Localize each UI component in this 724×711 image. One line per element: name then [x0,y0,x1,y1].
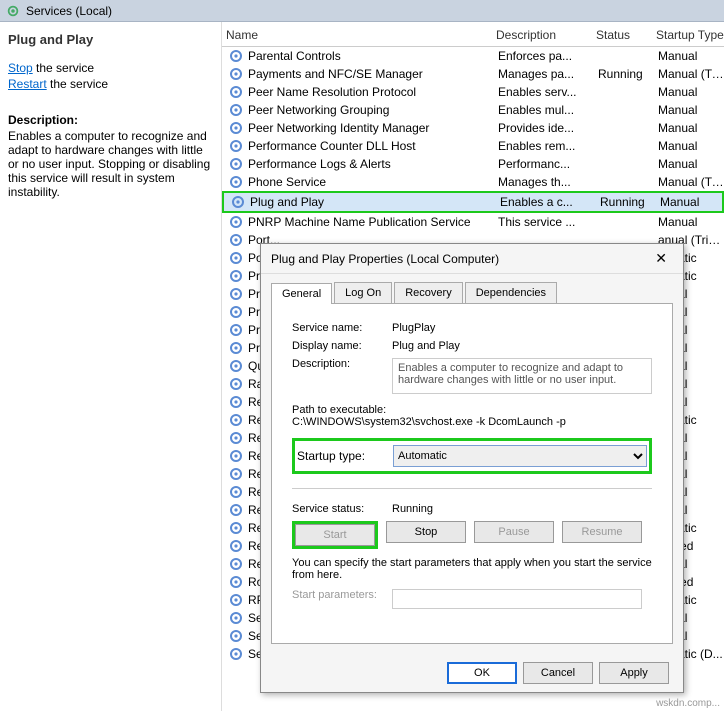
titlebar: Services (Local) [0,0,724,22]
service-desc: Manages pa... [498,67,598,81]
service-row[interactable]: Parental ControlsEnforces pa... Manual [222,47,724,65]
service-type: Manual [658,85,724,99]
service-type: Manual [660,195,722,209]
service-row[interactable]: Performance Logs & AlertsPerformanc... Ma… [222,155,724,173]
description-label: Description: [292,358,392,394]
service-type: Manual (Trig... [658,175,724,189]
service-name-label: Service name: [292,322,392,334]
stop-service-link[interactable]: Stop [8,61,33,75]
dialog-title: Plug and Play Properties (Local Computer… [271,252,499,266]
service-name: Payments and NFC/SE Manager [248,67,498,81]
service-row[interactable]: Performance Counter DLL HostEnables rem.… [222,137,724,155]
service-row[interactable]: Plug and PlayEnables a c...RunningManual [222,191,724,213]
col-startup-type[interactable]: Startup Type [656,28,724,42]
start-params-input[interactable] [392,589,642,609]
restart-service-link[interactable]: Restart [8,77,47,91]
service-desc: Performanc... [498,157,598,171]
service-name: Performance Counter DLL Host [248,139,498,153]
service-name: Performance Logs & Alerts [248,157,498,171]
stop-button[interactable]: Stop [386,521,466,543]
service-status: Running [600,195,660,209]
service-name: Peer Networking Identity Manager [248,121,498,135]
start-params-label: Start parameters: [292,589,392,609]
start-button[interactable]: Start [295,524,375,546]
left-panel: Plug and Play Stop the service Restart t… [0,22,222,711]
startup-type-highlight: Startup type: Automatic [292,438,652,474]
service-status-value: Running [392,503,652,515]
service-name: Peer Networking Grouping [248,103,498,117]
dialog-buttons: OK Cancel Apply [447,662,669,684]
col-description[interactable]: Description [496,28,596,42]
panel-heading: Plug and Play [8,32,213,47]
service-name: Plug and Play [250,195,500,209]
col-status[interactable]: Status [596,28,656,42]
stop-suffix: the service [33,61,94,75]
service-row[interactable]: Payments and NFC/SE ManagerManages pa...… [222,65,724,83]
service-desc: Enables mul... [498,103,598,117]
service-desc: This service ... [498,215,598,229]
service-desc: Enables rem... [498,139,598,153]
startup-type-label: Startup type: [297,449,393,463]
service-status: Running [598,67,658,81]
path-value: C:\WINDOWS\system32\svchost.exe -k DcomL… [292,416,652,428]
service-row[interactable]: Phone ServiceManages th... Manual (Trig..… [222,173,724,191]
service-row[interactable]: Peer Networking GroupingEnables mul... Ma… [222,101,724,119]
service-row[interactable]: PNRP Machine Name Publication ServiceThi… [222,213,724,231]
ok-button[interactable]: OK [447,662,517,684]
service-desc: Provides ide... [498,121,598,135]
service-type: Manual [658,49,724,63]
service-type: Manual [658,139,724,153]
tab-logon[interactable]: Log On [334,282,392,303]
description-box[interactable]: Enables a computer to recognize and adap… [392,358,652,394]
services-icon [6,4,20,18]
dialog-tabs: General Log On Recovery Dependencies [271,282,673,304]
service-type: Manual [658,215,724,229]
desc-heading: Description: [8,113,213,127]
titlebar-title: Services (Local) [26,4,112,18]
param-note: You can specify the start parameters tha… [292,557,652,581]
service-status-label: Service status: [292,503,392,515]
service-desc: Enables a c... [500,195,600,209]
tab-recovery[interactable]: Recovery [394,282,462,303]
resume-button[interactable]: Resume [562,521,642,543]
pause-button[interactable]: Pause [474,521,554,543]
display-name-label: Display name: [292,340,392,352]
path-label: Path to executable: [292,404,652,416]
col-name[interactable]: Name [226,28,496,42]
service-name: Peer Name Resolution Protocol [248,85,498,99]
properties-dialog: Plug and Play Properties (Local Computer… [260,243,684,693]
tab-body: Service name:PlugPlay Display name:Plug … [271,304,673,644]
service-name: Parental Controls [248,49,498,63]
column-headers[interactable]: Name Description Status Startup Type [222,22,724,47]
service-type: Manual [658,103,724,117]
tab-general[interactable]: General [271,283,332,304]
service-type: Manual (Trig... [658,67,724,81]
close-icon[interactable]: ✕ [649,248,673,269]
service-type: Manual [658,121,724,135]
desc-text: Enables a computer to recognize and adap… [8,129,210,199]
footer-watermark: wskdn.comp... [656,698,720,709]
service-type: Manual [658,157,724,171]
service-row[interactable]: Peer Name Resolution ProtocolEnables ser… [222,83,724,101]
service-name: PNRP Machine Name Publication Service [248,215,498,229]
restart-suffix: the service [47,77,108,91]
apply-button[interactable]: Apply [599,662,669,684]
service-desc: Manages th... [498,175,598,189]
service-name: Phone Service [248,175,498,189]
service-control-buttons: Start Stop Pause Resume [292,521,652,549]
display-name-value: Plug and Play [392,340,652,352]
service-desc: Enforces pa... [498,49,598,63]
service-row[interactable]: Peer Networking Identity ManagerProvides… [222,119,724,137]
tab-dependencies[interactable]: Dependencies [465,282,557,303]
service-name-value: PlugPlay [392,322,652,334]
start-highlight: Start [292,521,378,549]
service-desc: Enables serv... [498,85,598,99]
startup-type-select[interactable]: Automatic [393,445,647,467]
cancel-button[interactable]: Cancel [523,662,593,684]
